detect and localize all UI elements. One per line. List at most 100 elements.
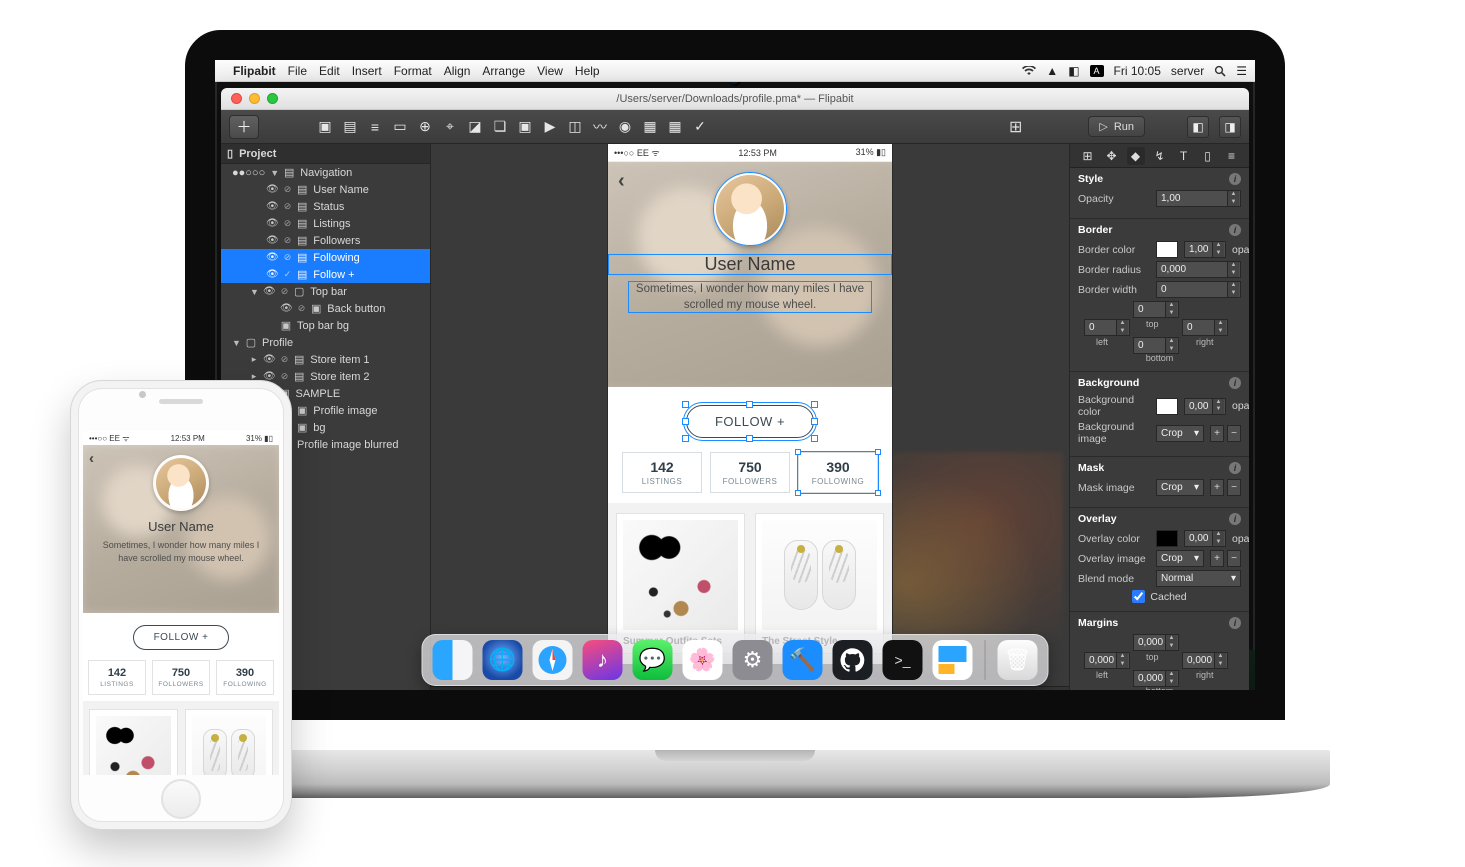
dock-globe-icon[interactable]: 🌐: [483, 640, 523, 680]
window-titlebar[interactable]: /Users/server/Downloads/profile.pma* — F…: [221, 88, 1249, 110]
bg-image-remove[interactable]: −: [1227, 425, 1241, 442]
graph-tool-icon[interactable]: 〰: [590, 117, 610, 137]
stat-following[interactable]: 390 FOLLOWING: [798, 452, 878, 493]
profile-bio[interactable]: Sometimes, I wonder how many miles I hav…: [628, 281, 872, 313]
menubar-file[interactable]: File: [288, 64, 307, 78]
back-button[interactable]: ‹: [89, 450, 94, 467]
menubar-edit[interactable]: Edit: [319, 64, 340, 78]
tab-actions-icon[interactable]: ↯: [1151, 147, 1169, 165]
calendar-tool-icon[interactable]: ▦: [640, 117, 660, 137]
menubar-align[interactable]: Align: [444, 64, 471, 78]
overlay-color-opacity[interactable]: 0,00▲▼: [1184, 530, 1226, 547]
margin-top[interactable]: 0,000▲▼: [1133, 634, 1179, 651]
layer-row-followers[interactable]: 👁⊘▤Followers: [221, 232, 430, 249]
info-icon[interactable]: i: [1229, 377, 1241, 389]
grid-tool-icon[interactable]: ▦: [665, 117, 685, 137]
layer-row-following[interactable]: 👁⊘▤Following: [221, 249, 430, 266]
stat-following[interactable]: 390FOLLOWING: [216, 660, 274, 695]
layer-row-topbar-bg[interactable]: ▣Top bar bg: [221, 317, 430, 334]
cached-checkbox[interactable]: [1132, 590, 1145, 603]
menubar-user[interactable]: server: [1171, 64, 1204, 78]
dock-preferences-icon[interactable]: ⚙: [733, 640, 773, 680]
panel-left-toggle[interactable]: ◧: [1187, 116, 1209, 138]
bg-color-swatch[interactable]: [1156, 398, 1178, 415]
blend-mode-select[interactable]: Normal▾: [1156, 570, 1241, 587]
overlay-image-mode[interactable]: Crop▾: [1156, 550, 1204, 567]
overlay-image-add[interactable]: +: [1210, 550, 1224, 567]
layer-row-backbutton[interactable]: 👁⊘▣Back button: [221, 300, 430, 317]
layer-row-topbar[interactable]: ▼👁⊘▢Top bar: [221, 283, 430, 300]
border-color-opacity[interactable]: 1,00▲▼: [1184, 241, 1226, 258]
tab-move-icon[interactable]: ✥: [1103, 147, 1121, 165]
dock-github-icon[interactable]: [833, 640, 873, 680]
card-summer[interactable]: Summer Outfits Sets: [616, 513, 745, 654]
wifi-icon[interactable]: [1022, 66, 1036, 76]
follow-button[interactable]: FOLLOW +: [686, 405, 814, 438]
document-tool-icon[interactable]: ▭: [390, 117, 410, 137]
stat-listings[interactable]: 142 LISTINGS: [622, 452, 702, 493]
check-tool-icon[interactable]: ✓: [690, 117, 710, 137]
card-street[interactable]: The Street Style: [755, 513, 884, 654]
stack-tool-icon[interactable]: ❏: [490, 117, 510, 137]
camera-tool-icon[interactable]: ▣: [515, 117, 535, 137]
menubar-help[interactable]: Help: [575, 64, 600, 78]
run-button[interactable]: ▷ Run: [1088, 116, 1145, 137]
menubar-insert[interactable]: Insert: [352, 64, 382, 78]
info-icon[interactable]: i: [1229, 224, 1241, 236]
dock-music-icon[interactable]: ♪: [583, 640, 623, 680]
cube-tool-icon[interactable]: ◉: [615, 117, 635, 137]
add-button[interactable]: ＋: [229, 115, 259, 139]
home-button[interactable]: [161, 779, 201, 819]
dock-finder-icon[interactable]: [433, 640, 473, 680]
tab-style-icon[interactable]: ◆: [1127, 147, 1145, 165]
mask-image-remove[interactable]: −: [1227, 479, 1241, 496]
bg-image-add[interactable]: +: [1210, 425, 1224, 442]
border-radius-field[interactable]: 0,000▲▼: [1156, 261, 1241, 278]
profile-username[interactable]: User Name: [608, 254, 892, 275]
bg-image-mode[interactable]: Crop▾: [1156, 425, 1204, 442]
mask-image-add[interactable]: +: [1210, 479, 1224, 496]
stat-listings[interactable]: 142LISTINGS: [88, 660, 146, 695]
layer-row-profile[interactable]: ▼▢Profile: [221, 334, 430, 351]
stat-followers[interactable]: 750 FOLLOWERS: [710, 452, 790, 493]
margin-right[interactable]: 0,000▲▼: [1182, 652, 1228, 669]
avatar[interactable]: [713, 172, 787, 246]
layer-row-username[interactable]: 👁⊘▤User Name: [221, 181, 430, 198]
layer-row-follow-plus[interactable]: 👁✓▤Follow +: [221, 266, 430, 283]
web-tool-icon[interactable]: ⊕: [415, 117, 435, 137]
volume-icon[interactable]: ▲: [1046, 64, 1058, 78]
dock-flipabit-icon[interactable]: [933, 640, 973, 680]
info-icon[interactable]: i: [1229, 617, 1241, 629]
dock-trash-icon[interactable]: 🗑: [998, 640, 1038, 680]
avatar[interactable]: [153, 455, 209, 511]
dock-terminal-icon[interactable]: >_: [883, 640, 923, 680]
tab-text-icon[interactable]: T: [1175, 147, 1193, 165]
layer-row-store1[interactable]: ▸👁⊘▤Store item 1: [221, 351, 430, 368]
menubar-arrange[interactable]: Arrange: [482, 64, 525, 78]
image-tool-icon[interactable]: ▣: [315, 117, 335, 137]
zoom-window-button[interactable]: [267, 93, 278, 104]
border-right[interactable]: 0▲▼: [1182, 319, 1228, 336]
info-icon[interactable]: i: [1229, 513, 1241, 525]
search-icon[interactable]: [1214, 65, 1226, 77]
card-street[interactable]: The Street Style: [185, 709, 274, 775]
tab-geometry-icon[interactable]: ⊞: [1079, 147, 1097, 165]
phone-artboard[interactable]: •••○○ EE ᯤ 12:53 PM 31% ▮▯ ‹ User Name: [608, 144, 892, 654]
border-color-swatch[interactable]: [1156, 241, 1178, 258]
bg-color-opacity[interactable]: 0,00▲▼: [1184, 398, 1226, 415]
margin-left[interactable]: 0,000▲▼: [1084, 652, 1130, 669]
border-width-field[interactable]: 0▲▼: [1156, 281, 1241, 298]
minimize-window-button[interactable]: [249, 93, 260, 104]
layer-row-status[interactable]: 👁⊘▤Status: [221, 198, 430, 215]
map-tool-icon[interactable]: ⌖: [440, 117, 460, 137]
layer-row-navigation[interactable]: ●●○○○ ▼▤Navigation: [221, 164, 430, 181]
dock-safari-icon[interactable]: [533, 640, 573, 680]
opacity-field[interactable]: 1,00▲▼: [1156, 190, 1241, 207]
menubar-app[interactable]: Flipabit: [233, 64, 276, 78]
info-icon[interactable]: i: [1229, 173, 1241, 185]
list-tool-icon[interactable]: ▤: [340, 117, 360, 137]
video-tool-icon[interactable]: ▶: [540, 117, 560, 137]
dock-messages-icon[interactable]: 💬: [633, 640, 673, 680]
border-left[interactable]: 0▲▼: [1084, 319, 1130, 336]
overlay-image-remove[interactable]: −: [1227, 550, 1241, 567]
